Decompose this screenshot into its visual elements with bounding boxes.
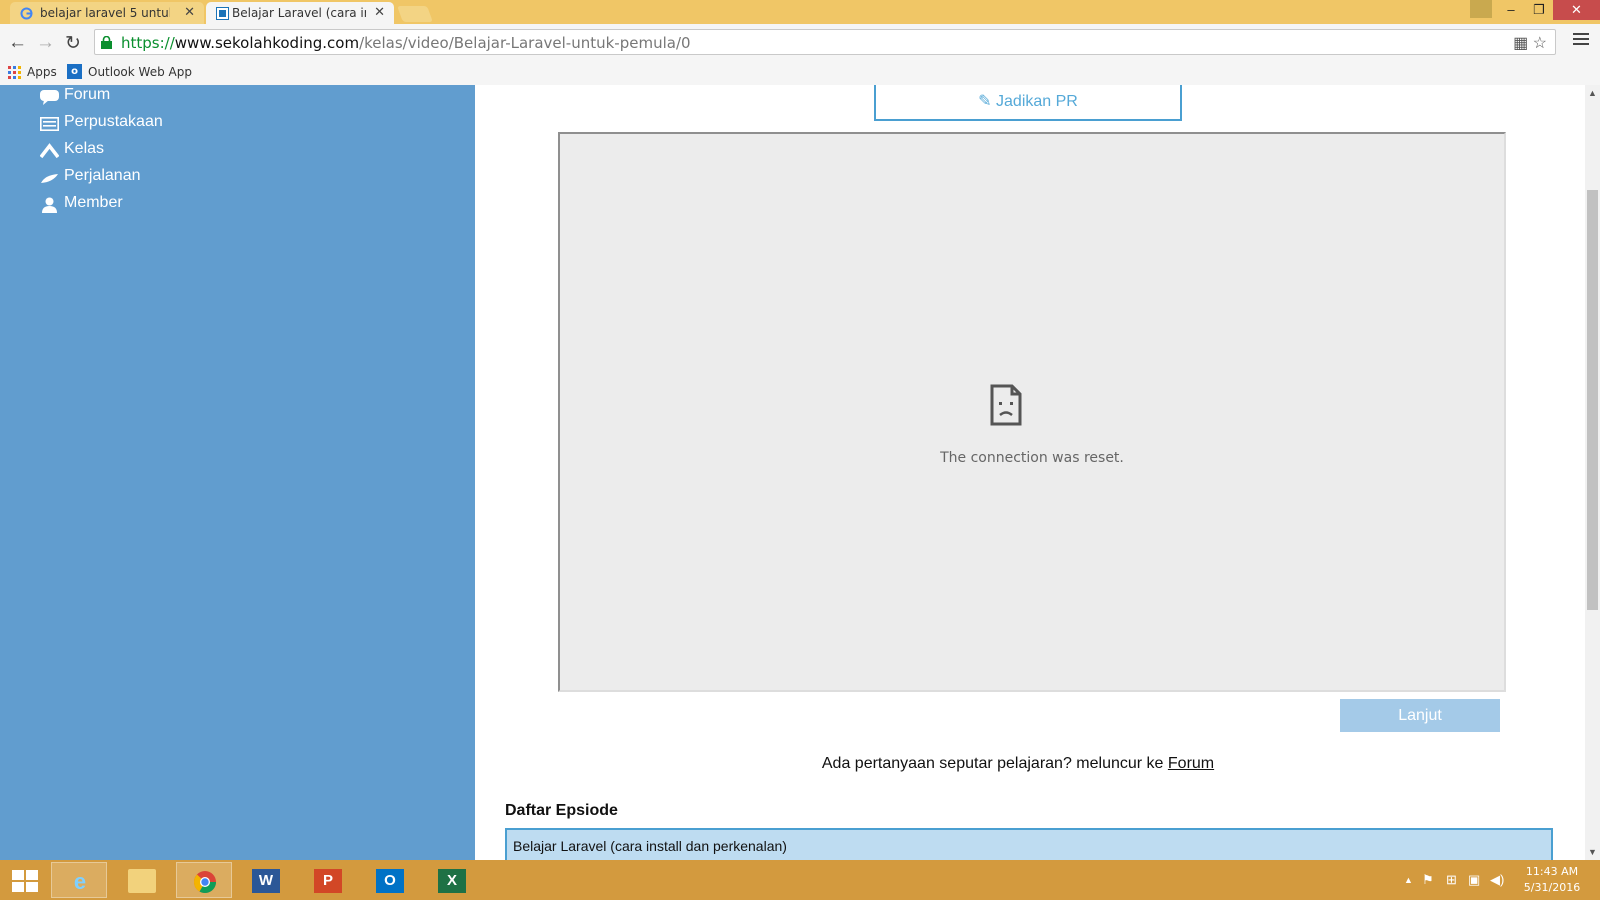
- close-tab-icon[interactable]: ✕: [374, 5, 385, 20]
- browser-toolbar: ← → ↻ https://www.sekolahkoding.com/kela…: [0, 24, 1600, 61]
- browser-tab-strip: belajar laravel 5 untuk per ✕ Belajar La…: [0, 0, 1600, 24]
- powerpoint-icon[interactable]: P: [300, 862, 356, 898]
- back-icon[interactable]: ←: [8, 32, 27, 54]
- show-hidden-icons-icon[interactable]: ▲: [1404, 875, 1413, 885]
- action-center-flag-icon[interactable]: ⚑: [1422, 872, 1434, 888]
- url-text: https://www.sekolahkoding.com/kelas/vide…: [121, 34, 691, 52]
- bookmark-outlook-web-app[interactable]: Outlook Web App: [88, 65, 192, 79]
- sidebar-item-label: Perjalanan: [64, 167, 141, 184]
- windows-taskbar: e W P O X ▲ ⚑ ⊞ ▣ ◀) 11:43 AM 5/31/2016: [0, 860, 1600, 900]
- omnibox-actions: ▦ ☆: [1513, 33, 1547, 53]
- new-tab-button[interactable]: [397, 6, 433, 22]
- forum-link[interactable]: Forum: [1168, 755, 1214, 772]
- speech-bubble-icon: [40, 90, 59, 105]
- word-icon[interactable]: W: [238, 862, 294, 898]
- windows-tray-icon[interactable]: ⊞: [1446, 872, 1457, 888]
- close-window-icon[interactable]: ✕: [1553, 0, 1600, 20]
- sad-page-icon: [990, 384, 1022, 426]
- bookmark-apps[interactable]: Apps: [27, 65, 57, 79]
- lanjut-button[interactable]: Lanjut: [1340, 699, 1500, 732]
- site-favicon-icon: [216, 7, 229, 20]
- journey-icon: [41, 174, 58, 183]
- forward-icon[interactable]: →: [36, 32, 55, 54]
- excel-icon[interactable]: X: [424, 862, 480, 898]
- windows-start-icon[interactable]: [12, 870, 38, 892]
- translate-icon[interactable]: ▦: [1513, 35, 1528, 52]
- sidebar-item-label: Forum: [64, 86, 111, 103]
- tab-title: Belajar Laravel (cara instal: [232, 6, 366, 20]
- profile-icon[interactable]: [1470, 0, 1492, 18]
- chrome-logo-icon: [194, 871, 216, 893]
- internet-explorer-icon[interactable]: e: [51, 862, 107, 898]
- system-clock[interactable]: 11:43 AM 5/31/2016: [1512, 864, 1592, 896]
- jadikan-pr-label: Jadikan PR: [996, 93, 1078, 110]
- scroll-up-icon[interactable]: ▲: [1588, 88, 1597, 98]
- library-icon: [40, 116, 59, 131]
- pencil-icon: ✎: [978, 93, 992, 110]
- episode-list-title: Daftar Epsiode: [505, 802, 618, 819]
- sidebar-item-label: Kelas: [64, 140, 105, 157]
- sidebar-item-label: Member: [64, 194, 123, 211]
- tab-title: belajar laravel 5 untuk per: [40, 6, 170, 20]
- chrome-menu-icon[interactable]: [1573, 33, 1589, 48]
- outlook-icon: o: [67, 64, 82, 79]
- clock-time: 11:43 AM: [1525, 865, 1579, 878]
- google-icon: [20, 7, 33, 20]
- page-scrollbar[interactable]: ▲ ▼: [1585, 85, 1600, 860]
- browser-tab-active[interactable]: Belajar Laravel (cara instal ✕: [206, 2, 394, 24]
- connection-error-message: The connection was reset.: [940, 450, 1124, 466]
- clock-date: 5/31/2016: [1523, 881, 1581, 894]
- minimize-icon[interactable]: –: [1497, 0, 1525, 20]
- chevron-up-icon: [40, 143, 59, 159]
- bookmark-star-icon[interactable]: ☆: [1533, 35, 1547, 52]
- close-tab-icon[interactable]: ✕: [184, 5, 195, 20]
- browser-tab[interactable]: belajar laravel 5 untuk per ✕: [10, 2, 204, 24]
- forum-prompt-text: Ada pertanyaan seputar pelajaran? melunc…: [821, 755, 1164, 772]
- chrome-icon[interactable]: [176, 862, 232, 898]
- lock-icon: [101, 36, 112, 49]
- volume-icon[interactable]: ◀): [1490, 872, 1504, 888]
- sidebar: Forum Perpustakaan Kelas Perjalanan Memb…: [0, 85, 475, 860]
- sidebar-item-label: Perpustakaan: [64, 113, 163, 130]
- apps-grid-icon: [8, 66, 21, 79]
- reload-icon[interactable]: ↻: [65, 32, 81, 55]
- restore-icon[interactable]: ❐: [1525, 0, 1553, 20]
- scroll-down-icon[interactable]: ▼: [1588, 847, 1597, 857]
- jadikan-pr-button[interactable]: ✎ Jadikan PR: [874, 85, 1182, 121]
- outlook-taskbar-icon[interactable]: O: [362, 862, 418, 898]
- forum-prompt: Ada pertanyaan seputar pelajaran? melunc…: [475, 755, 1561, 773]
- address-bar[interactable]: https://www.sekolahkoding.com/kelas/vide…: [94, 29, 1556, 55]
- scrollbar-thumb[interactable]: [1587, 190, 1598, 610]
- network-icon[interactable]: ▣: [1468, 872, 1480, 888]
- user-icon: [42, 197, 57, 213]
- video-player-frame[interactable]: The connection was reset.: [558, 132, 1506, 692]
- episode-list-item[interactable]: Belajar Laravel (cara install dan perken…: [505, 828, 1553, 860]
- bookmarks-bar: Apps o Outlook Web App: [0, 61, 1600, 86]
- main-content: ✎ Jadikan PR The connection was reset. L…: [475, 85, 1585, 860]
- file-explorer-icon[interactable]: [114, 862, 170, 898]
